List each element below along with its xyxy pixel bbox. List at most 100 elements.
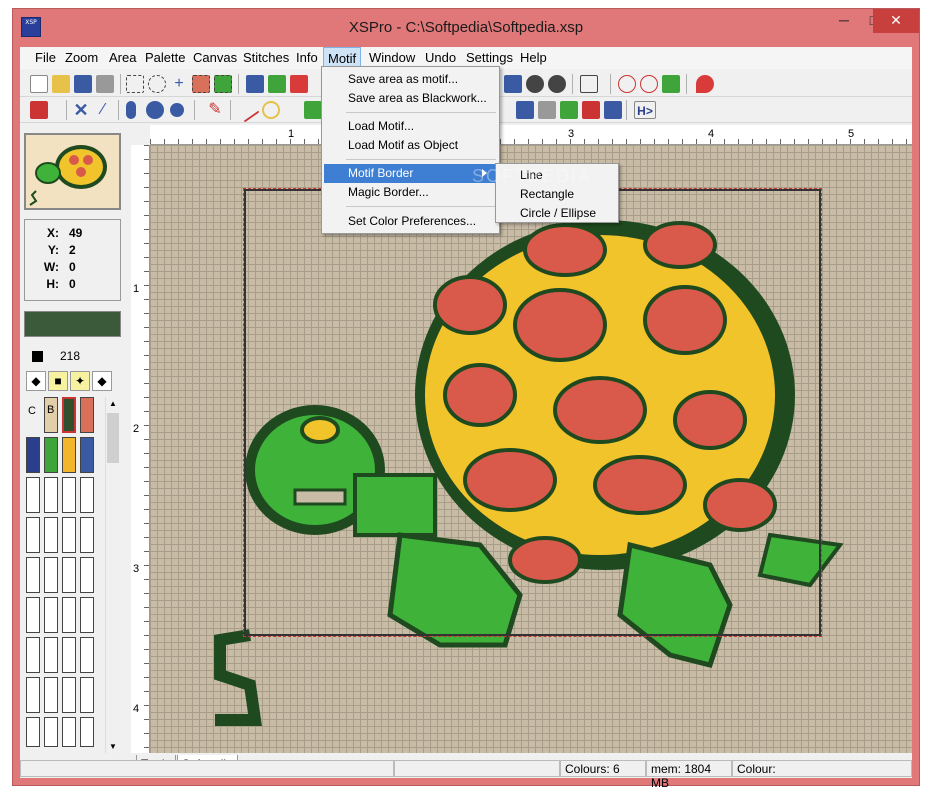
pattern-thumbnail[interactable] xyxy=(24,133,121,210)
palette-cell-empty[interactable] xyxy=(44,517,58,553)
rotate-icon[interactable] xyxy=(560,101,578,119)
palette-cell-empty[interactable] xyxy=(26,557,40,593)
zoom-out-icon[interactable] xyxy=(640,75,658,93)
menu-item-save-area-as-motif[interactable]: Save area as motif... xyxy=(324,70,497,89)
print-icon[interactable] xyxy=(96,75,114,93)
crosshair-icon[interactable]: + xyxy=(170,75,188,93)
h-arrow-icon[interactable]: H> xyxy=(634,101,656,119)
palette-cell-empty[interactable] xyxy=(80,557,94,593)
menu-file[interactable]: File xyxy=(35,50,56,65)
chevron-down-icon[interactable] xyxy=(284,101,294,119)
diamond-outline-icon[interactable]: ◆ xyxy=(92,371,112,391)
palette-cell-empty[interactable] xyxy=(80,597,94,633)
image-icon[interactable] xyxy=(268,75,286,93)
palette-cell-empty[interactable] xyxy=(62,517,76,553)
scroll-down-icon[interactable]: ▼ xyxy=(109,742,117,751)
open-folder-icon[interactable] xyxy=(52,75,70,93)
menu-item-set-color-preferences[interactable]: Set Color Preferences... xyxy=(324,212,497,231)
palette-cell-empty[interactable] xyxy=(44,717,58,747)
palette-cell-navy[interactable] xyxy=(26,437,40,473)
palette-cell-empty[interactable] xyxy=(44,637,58,673)
menu-settings[interactable]: Settings xyxy=(466,50,513,65)
diamond-black-icon[interactable]: ◆ xyxy=(26,371,46,391)
menu-palette[interactable]: Palette xyxy=(145,50,185,65)
palette-cell-empty[interactable] xyxy=(62,597,76,633)
palette-cell-empty[interactable] xyxy=(62,557,76,593)
circle-fill-icon[interactable] xyxy=(526,75,544,93)
submenu-item-circle-ellipse[interactable]: Circle / Ellipse xyxy=(498,204,616,223)
star-yellow-icon[interactable]: ✦ xyxy=(70,371,90,391)
menu-undo[interactable]: Undo xyxy=(425,50,456,65)
palette-cell-empty[interactable] xyxy=(62,637,76,673)
selection-rectangle[interactable] xyxy=(243,188,822,637)
half-stitch-icon[interactable]: ⁄ xyxy=(94,101,112,119)
dot-stitch-icon[interactable] xyxy=(170,103,184,117)
menu-area[interactable]: Area xyxy=(109,50,136,65)
palette-cell-empty[interactable] xyxy=(80,717,94,747)
menu-item-load-motif-as-object[interactable]: Load Motif as Object xyxy=(324,136,497,155)
select-area-icon[interactable] xyxy=(214,75,232,93)
pin-icon[interactable] xyxy=(696,75,714,93)
menu-help[interactable]: Help xyxy=(520,50,547,65)
backstitch-icon[interactable]: ✎ xyxy=(206,101,224,119)
palette-cell-empty[interactable] xyxy=(26,517,40,553)
menu-item-load-motif[interactable]: Load Motif... xyxy=(324,117,497,136)
palette-cell-empty[interactable] xyxy=(80,477,94,513)
refresh-icon[interactable] xyxy=(662,75,680,93)
palette-cell-empty[interactable] xyxy=(26,677,40,713)
scroll-up-icon[interactable]: ▲ xyxy=(109,399,117,408)
palette-cell-empty[interactable] xyxy=(44,477,58,513)
submenu-item-rectangle[interactable]: Rectangle xyxy=(498,185,616,204)
palette-cell-empty[interactable] xyxy=(62,677,76,713)
menu-item-save-area-as-blackwork[interactable]: Save area as Blackwork... xyxy=(324,89,497,108)
line-tool-icon[interactable] xyxy=(234,97,260,123)
flag-icon[interactable] xyxy=(290,75,308,93)
select-color-icon[interactable] xyxy=(192,75,210,93)
palette-cell-empty[interactable] xyxy=(80,677,94,713)
stitch-canvas[interactable] xyxy=(150,145,912,753)
palette-cell-empty[interactable] xyxy=(26,637,40,673)
scroll-thumb[interactable] xyxy=(107,413,119,463)
palette-cell-empty[interactable] xyxy=(80,637,94,673)
copy-icon[interactable] xyxy=(516,101,534,119)
palette-cell-empty[interactable] xyxy=(44,677,58,713)
palette-cell-empty[interactable] xyxy=(26,597,40,633)
chevron-down-icon[interactable] xyxy=(52,101,62,119)
square-yellow-icon[interactable]: ■ xyxy=(48,371,68,391)
fill-tool-icon[interactable] xyxy=(304,101,322,119)
menu-zoom[interactable]: Zoom xyxy=(65,50,98,65)
flip-icon[interactable] xyxy=(582,101,600,119)
circle-outline-icon[interactable] xyxy=(548,75,566,93)
palette-cell-empty[interactable] xyxy=(80,517,94,553)
palette-cell-empty[interactable] xyxy=(26,477,40,513)
block-fill-icon[interactable] xyxy=(504,75,522,93)
menu-info[interactable]: Info xyxy=(296,50,318,65)
palette-cell-red[interactable] xyxy=(80,397,94,433)
palette-cell-empty[interactable] xyxy=(62,477,76,513)
bead-icon[interactable] xyxy=(126,101,136,119)
menu-canvas[interactable]: Canvas xyxy=(193,50,237,65)
french-knot-icon[interactable] xyxy=(146,101,164,119)
palette-cell-b[interactable]: B xyxy=(44,397,58,433)
minimize-button[interactable]: ─ xyxy=(829,9,859,33)
grid-options-icon[interactable] xyxy=(580,75,598,93)
ellipse-tool-icon[interactable] xyxy=(262,101,280,119)
close-button[interactable]: ✕ xyxy=(873,9,919,33)
mirror-icon[interactable] xyxy=(604,101,622,119)
zoom-in-icon[interactable] xyxy=(618,75,636,93)
new-file-icon[interactable] xyxy=(30,75,48,93)
current-color-swatch[interactable] xyxy=(24,311,121,337)
grid-view-icon[interactable] xyxy=(246,75,264,93)
palette-cell-yellow[interactable] xyxy=(62,437,76,473)
rect-select-icon[interactable] xyxy=(126,75,144,93)
menu-stitches[interactable]: Stitches xyxy=(243,50,289,65)
menu-window[interactable]: Window xyxy=(369,50,415,65)
palette-scrollbar[interactable]: ▲ ▼ xyxy=(105,397,120,753)
palette-cell-empty[interactable] xyxy=(44,597,58,633)
lasso-select-icon[interactable] xyxy=(148,75,166,93)
palette-cell-empty[interactable] xyxy=(44,557,58,593)
save-icon[interactable] xyxy=(74,75,92,93)
pen-tool-icon[interactable] xyxy=(30,101,48,119)
cross-stitch-icon[interactable]: ✕ xyxy=(72,101,90,119)
palette-cell-empty[interactable] xyxy=(26,717,40,747)
